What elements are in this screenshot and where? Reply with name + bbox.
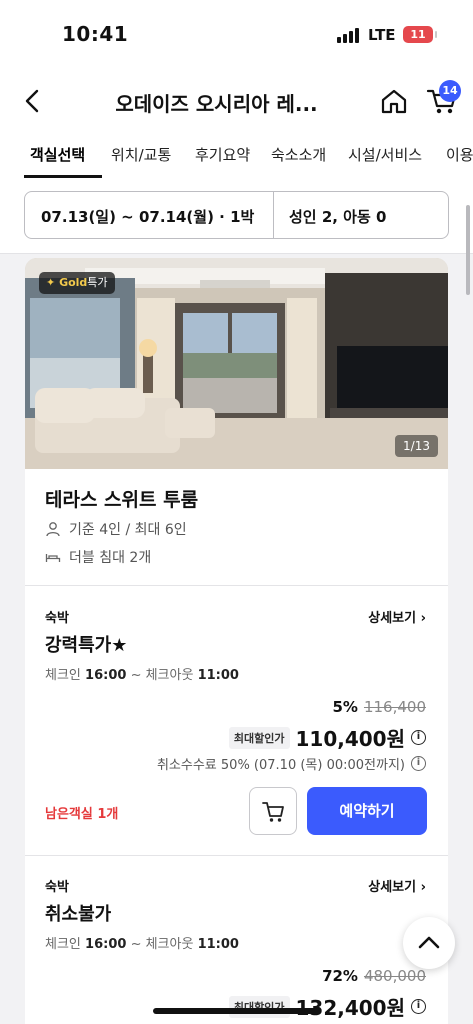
details-link[interactable]: 상세보기 › [368,607,426,626]
network-label: LTE [368,26,396,44]
tab-location[interactable]: 위치/교통 [111,144,171,165]
scrollbar[interactable] [466,205,470,295]
price-row: 최대할인가 132,400원 i [228,992,426,1021]
discount-rate: 72% 480,000 [322,967,426,985]
checkin-times: 체크인 16:00 ~ 체크아웃 11:00 [45,668,239,683]
status-time: 10:41 [62,22,129,46]
filter-divider [273,192,274,238]
tab-reviews[interactable]: 후기요약 [195,144,250,165]
booking-filter-bar: 07.13(일) ~ 07.14(월) · 1박 성인 2, 아동 0 [0,178,473,254]
price-row: 최대할인가 110,400원 i [228,723,426,752]
bed-row: 더블 침대 2개 [45,547,151,567]
checkin-times: 체크인 16:00 ~ 체크아웃 11:00 [45,937,239,952]
photo-counter: 1/13 [395,435,438,457]
gold-deal-badge: ✦ Gold특가 [39,272,115,294]
signal-icon [337,28,359,43]
tab-usage[interactable]: 이용 [446,144,473,165]
page-title: 오데이즈 오시리아 레... [115,92,318,116]
price: 132,400원 [295,996,406,1020]
plan-kind: 숙박 [45,611,69,626]
star-icon: ✦ [46,276,56,289]
chevron-right-icon: › [420,880,426,895]
plan-name: 강력특가★ [45,635,128,656]
room-photo[interactable]: ✦ Gold특가 1/13 [25,258,448,469]
tab-room-select[interactable]: 객실선택 [30,144,85,165]
battery-icon: 11 [403,26,437,43]
rate-plan-2: 숙박 상세보기 › 취소불가 체크인 16:00 ~ 체크아웃 11:00 72… [25,876,448,1024]
cancel-info-icon[interactable]: i [411,756,426,771]
original-price: 116,400 [363,698,426,716]
tab-facilities[interactable]: 시설/서비스 [348,144,422,165]
rooms-left: 남은객실 1개 [45,807,119,822]
capacity-text: 기준 4인 / 최대 6인 [69,522,187,538]
info-icon[interactable]: i [411,999,426,1014]
bed-text: 더블 침대 2개 [69,550,152,566]
add-to-cart-button[interactable] [249,787,297,835]
date-range-button[interactable]: 07.13(일) ~ 07.14(월) · 1박 [41,206,254,227]
chevron-right-icon: › [420,611,426,626]
gold-badge-text: Gold [59,276,88,289]
scroll-top-button[interactable] [403,917,455,969]
app-header: 오데이즈 오시리아 레... [0,70,473,132]
discount-rate: 5% 116,400 [332,698,427,716]
guest-count-button[interactable]: 성인 2, 아동 0 [289,206,386,227]
person-icon [46,522,60,537]
cart-icon [262,802,284,822]
booking-filter-box: 07.13(일) ~ 07.14(월) · 1박 성인 2, 아동 0 [24,191,449,239]
status-bar: 10:41 LTE 11 [0,0,473,70]
room-card: ✦ Gold특가 1/13 테라스 스위트 투룸 기준 4인 / 최대 6인 더… [25,258,448,1024]
chevron-up-icon [418,936,440,949]
back-icon[interactable] [18,86,48,116]
cart-count-badge: 14 [439,80,461,102]
bed-icon [45,554,61,562]
reserve-button[interactable]: 예약하기 [307,787,427,835]
original-price: 480,000 [363,967,426,985]
price: 110,400원 [295,727,406,751]
max-discount-tag: 최대할인가 [228,995,290,1018]
plan-name: 취소불가 [45,904,112,925]
info-icon[interactable]: i [411,730,426,745]
details-link[interactable]: 상세보기 › [368,876,426,895]
max-discount-tag: 최대할인가 [228,726,290,749]
cancel-fee: 취소수수료 50% (07.10 (목) 00:00전까지) i [157,754,426,773]
divider [25,855,448,856]
home-icon[interactable] [379,86,409,116]
gold-badge-suffix: 특가 [87,276,108,289]
capacity-row: 기준 4인 / 최대 6인 [45,519,187,539]
section-tabs: 객실선택 위치/교통 후기요약 숙소소개 시설/서비스 이용 [0,132,473,178]
rate-plan-1: 숙박 상세보기 › 강력특가★ 체크인 16:00 ~ 체크아웃 11:00 5… [25,607,448,847]
home-indicator [153,1008,321,1014]
plan-kind: 숙박 [45,880,69,895]
tab-intro[interactable]: 숙소소개 [271,144,326,165]
room-name: 테라스 스위트 투룸 [45,489,199,511]
divider [25,585,448,586]
